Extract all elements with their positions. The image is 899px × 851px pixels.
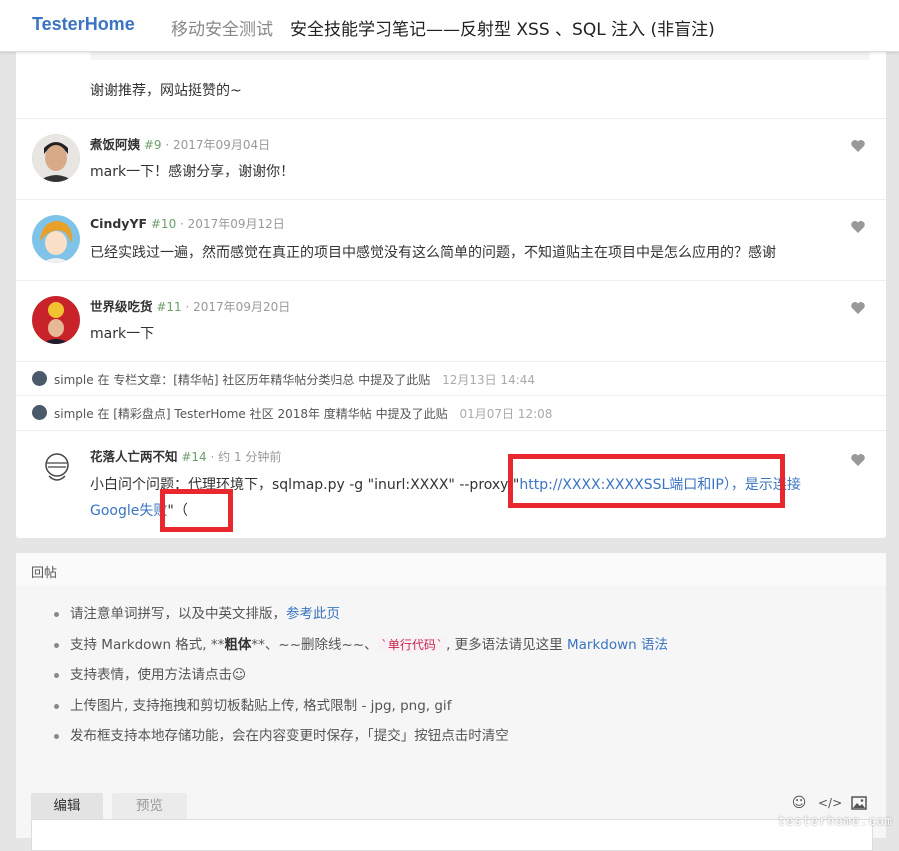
mention-content[interactable]: 在 专栏文章：[精华帖] 社区历年精华帖分类归总 中提及了此贴 [97, 373, 430, 387]
heart-icon[interactable] [850, 219, 866, 235]
mention-user[interactable]: simple [54, 407, 94, 421]
reply-body: 已经实践过一遍，然而感觉在真正的项目中感觉没有这么简单的问题，不知道贴主在项目中… [90, 245, 776, 261]
floor-number[interactable]: #9 [144, 138, 162, 152]
top-navbar: TesterHome 移动安全测试 安全技能学习笔记——反射型 XSS 、SQL… [0, 0, 899, 52]
editor-area: 编辑 预览 ☺ </> [16, 776, 886, 851]
reply-meta: 世界级吃货 #11 · 2017年09月20日 [90, 299, 291, 314]
reply-item: CindyYF #10 · 2017年09月12日 已经实践过一遍，然而感觉在真… [16, 199, 886, 281]
tip-text: 上传图片, 支持拖拽和剪切板黏贴上传, 格式限制 - jpg, png, gif [70, 697, 452, 714]
reply-link[interactable]: Google失败 [90, 503, 167, 519]
tip-item: 支持 Markdown 格式, **粗体**、~~删除线~~、 `单行代码`, 更… [54, 635, 668, 666]
reply-form-title: 回帖 [31, 566, 58, 581]
reply-body: mark一下 [90, 326, 155, 342]
tip-item: 支持表情，使用方法请点击☺ [54, 665, 668, 696]
tip-bold: 粗体 [224, 636, 252, 653]
floor-number[interactable]: #11 [156, 300, 181, 314]
mention-item: simple 在 [精彩盘点] TesterHome 社区 2018年 度精华帖… [16, 395, 886, 431]
mention-time: 01月07日 12:08 [459, 407, 553, 421]
heart-icon[interactable] [850, 452, 866, 468]
author-name[interactable]: 世界级吃货 [90, 299, 153, 314]
tip-item: 发布框支持本地存储功能，会在内容变更时保存，「提交」按钮点击时清空 [54, 726, 668, 757]
reply-item: 世界级吃货 #11 · 2017年09月20日 mark一下 [16, 280, 886, 362]
reply-meta: 煮饭阿姨 #9 · 2017年09月04日 [90, 137, 271, 152]
topic-title: 安全技能学习笔记——反射型 XSS 、SQL 注入 (非盲注) [290, 20, 715, 40]
avatar-image [32, 296, 80, 344]
emoji-icon[interactable]: ☺ [232, 667, 246, 683]
reply-text-plain: 小白问个问题：代理环境下，sqlmap.py -g "inurl:XXXX" -… [90, 477, 520, 493]
tip-item: 请注意单词拼写，以及中英文排版，参考此页 [54, 604, 668, 635]
tip-text: , 更多语法请见这里 [446, 636, 567, 653]
code-icon[interactable]: </> [818, 795, 842, 811]
reply-meta: 花落人亡两不知 #14 · 约 1 分钟前 [90, 449, 282, 464]
avatar[interactable] [32, 215, 80, 263]
floor-number[interactable]: #14 [181, 450, 206, 464]
tab-edit[interactable]: 编辑 [31, 793, 103, 819]
reply-time: 2017年09月12日 [187, 217, 285, 231]
avatar[interactable] [32, 296, 80, 344]
mini-avatar[interactable] [32, 371, 47, 386]
mention-text: simple 在 [精彩盘点] TesterHome 社区 2018年 度精华帖… [54, 405, 552, 422]
emoji-icon[interactable]: ☺ [791, 795, 807, 811]
reply-time: 约 1 分钟前 [218, 450, 282, 464]
reply-item: 煮饭阿姨 #9 · 2017年09月04日 mark一下！感谢分享，谢谢你！ [16, 118, 886, 200]
reply-body: mark一下！感谢分享，谢谢你！ [90, 164, 295, 180]
author-name[interactable]: 煮饭阿姨 [90, 137, 140, 152]
reply-meta: CindyYF #10 · 2017年09月12日 [90, 216, 285, 231]
avatar-image [32, 134, 80, 182]
tip-link[interactable]: 参考此页 [286, 606, 340, 622]
reply-time: 2017年09月04日 [173, 138, 271, 152]
floor-number[interactable]: #10 [151, 217, 176, 231]
author-name[interactable]: CindyYF [90, 216, 147, 231]
tip-text: 发布框支持本地存储功能，会在内容变更时保存，「提交」按钮点击时清空 [70, 728, 509, 744]
mention-time: 12月13日 14:44 [442, 373, 536, 387]
reply-form-header: 回帖 [16, 553, 886, 587]
mention-content[interactable]: 在 [精彩盘点] TesterHome 社区 2018年 度精华帖 中提及了此贴 [97, 407, 447, 421]
heart-icon[interactable] [850, 138, 866, 154]
highlight-box [160, 489, 233, 532]
avatar[interactable] [32, 134, 80, 182]
reply-time: 2017年09月20日 [193, 300, 291, 314]
tip-text: 支持表情，使用方法请点击 [70, 667, 232, 683]
brand-logo[interactable]: TesterHome [32, 14, 135, 35]
mention-user[interactable]: simple [54, 373, 94, 387]
highlight-box [508, 454, 785, 508]
image-icon[interactable] [851, 795, 867, 811]
heart-icon[interactable] [850, 300, 866, 316]
nav-section-link[interactable]: 移动安全测试 [171, 15, 273, 40]
avatar[interactable] [38, 448, 76, 486]
tip-code: `单行代码` [377, 637, 447, 652]
reply-form-panel: 回帖 请注意单词拼写，以及中英文排版，参考此页 支持 Markdown 格式, … [16, 553, 886, 851]
avatar-image [45, 453, 69, 481]
watermark: testerhome.com [777, 814, 893, 828]
mention-text: simple 在 专栏文章：[精华帖] 社区历年精华帖分类归总 中提及了此贴 1… [54, 371, 535, 388]
tip-text: 支持 Markdown 格式, ** [70, 636, 225, 653]
mini-avatar[interactable] [32, 405, 47, 420]
tips-box: 请注意单词拼写，以及中英文排版，参考此页 支持 Markdown 格式, **粗… [16, 586, 886, 776]
tab-preview[interactable]: 预览 [112, 793, 187, 819]
reply-body: 谢谢推荐，网站挺赞的~ [90, 83, 242, 99]
mention-item: simple 在 专栏文章：[精华帖] 社区历年精华帖分类归总 中提及了此贴 1… [16, 361, 886, 396]
tip-text: 请注意单词拼写，以及中英文排版， [70, 606, 286, 622]
reply-textarea[interactable] [31, 819, 873, 851]
tip-item: 上传图片, 支持拖拽和剪切板黏贴上传, 格式限制 - jpg, png, gif [54, 696, 668, 727]
tip-link[interactable]: Markdown 语法 [567, 637, 668, 653]
author-name[interactable]: 花落人亡两不知 [90, 449, 178, 464]
avatar-image [32, 215, 80, 263]
tips-list: 请注意单词拼写，以及中英文排版，参考此页 支持 Markdown 格式, **粗… [54, 604, 668, 757]
tip-text: **、~~删除线~~、 [251, 636, 378, 653]
